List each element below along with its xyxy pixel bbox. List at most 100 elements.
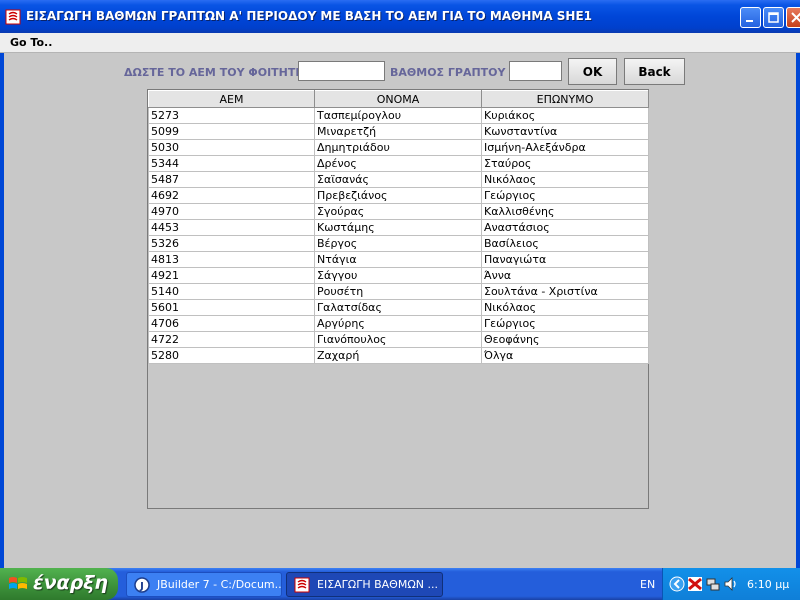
cell-aem[interactable]: 5140 bbox=[148, 283, 315, 300]
taskbar: έναρξη J JBuilder 7 - C:/Docum... ΕΙΣΑΓΩ… bbox=[0, 568, 800, 600]
menubar: Go To.. bbox=[0, 33, 800, 53]
cell-aem[interactable]: 5344 bbox=[148, 155, 315, 172]
students-table[interactable]: ΑΕΜ ΟΝΟΜΑ ΕΠΩΝΥΜΟ 5273 Τασπεμίρογλου Κυριά… bbox=[147, 89, 649, 509]
taskbar-item-grades[interactable]: ΕΙΣΑΓΩΓΗ ΒΑΘΜΩΝ ... bbox=[286, 572, 443, 597]
cell-surname[interactable]: Όλγα bbox=[481, 347, 649, 364]
language-indicator[interactable]: EN bbox=[640, 578, 655, 591]
cell-surname[interactable]: Κυριάκος bbox=[481, 107, 649, 124]
aem-label: ΔΩΣΤΕ ΤΟ ΑΕΜ ΤΟΥ ΦΟΙΤΗΤΗ bbox=[124, 66, 305, 79]
cell-aem[interactable]: 5487 bbox=[148, 171, 315, 188]
cell-surname[interactable]: Βασίλειος bbox=[481, 235, 649, 252]
cell-name[interactable]: Ντάγια bbox=[314, 251, 482, 268]
grade-label: ΒΑΘΜΟΣ ΓΡΑΠΤΟΥ bbox=[390, 66, 506, 79]
cell-aem[interactable]: 4813 bbox=[148, 251, 315, 268]
table-row[interactable]: 5487 Σαϊσανάς Νικόλαος bbox=[148, 171, 649, 188]
table-row[interactable]: 5273 Τασπεμίρογλου Κυριάκος bbox=[148, 107, 649, 124]
table-row[interactable]: 4722 Γιανόπουλος Θεοφάνης bbox=[148, 331, 649, 348]
table-header-row: ΑΕΜ ΟΝΟΜΑ ΕΠΩΝΥΜΟ bbox=[148, 90, 649, 108]
cell-aem[interactable]: 5601 bbox=[148, 299, 315, 316]
table-row[interactable]: 5601 Γαλατσίδας Νικόλαος bbox=[148, 299, 649, 316]
cell-aem[interactable]: 4970 bbox=[148, 203, 315, 220]
jbuilder-icon: J bbox=[134, 577, 150, 593]
cell-name[interactable]: Γιανόπουλος bbox=[314, 331, 482, 348]
clock[interactable]: 6:10 μμ bbox=[747, 578, 789, 591]
table-row[interactable]: 5326 Βέργος Βασίλειος bbox=[148, 235, 649, 252]
cell-name[interactable]: Μιναρετζή bbox=[314, 123, 482, 140]
start-button[interactable]: έναρξη bbox=[0, 568, 118, 600]
table-row[interactable]: 5099 Μιναρετζή Κωνσταντίνα bbox=[148, 123, 649, 140]
cell-surname[interactable]: Γεώργιος bbox=[481, 315, 649, 332]
cell-aem[interactable]: 4692 bbox=[148, 187, 315, 204]
system-tray: 6:10 μμ bbox=[662, 568, 800, 600]
cell-surname[interactable]: Ισμήνη-Αλεξάνδρα bbox=[481, 139, 649, 156]
cell-aem[interactable]: 4722 bbox=[148, 331, 315, 348]
back-button[interactable]: Back bbox=[624, 58, 685, 85]
taskbar-item-label: ΕΙΣΑΓΩΓΗ ΒΑΘΜΩΝ ... bbox=[317, 578, 438, 591]
cell-name[interactable]: Τασπεμίρογλου bbox=[314, 107, 482, 124]
cell-surname[interactable]: Σουλτάνα - Χριστίνα bbox=[481, 283, 649, 300]
window-titlebar[interactable]: ΕΙΣΑΓΩΓΗ ΒΑΘΜΩΝ ΓΡΑΠΤΩΝ Α' ΠΕΡΙΟΔΟΥ ΜΕ Β… bbox=[0, 0, 800, 33]
grade-input[interactable] bbox=[509, 61, 562, 81]
cell-name[interactable]: Γαλατσίδας bbox=[314, 299, 482, 316]
cell-aem[interactable]: 4453 bbox=[148, 219, 315, 236]
cell-surname[interactable]: Κωνσταντίνα bbox=[481, 123, 649, 140]
table-row[interactable]: 4970 Σγούρας Καλλισθένης bbox=[148, 203, 649, 220]
chevron-left-icon[interactable] bbox=[669, 576, 685, 592]
table-row[interactable]: 4692 Πρεβεζιάνος Γεώργιος bbox=[148, 187, 649, 204]
taskbar-item-jbuilder[interactable]: J JBuilder 7 - C:/Docum... bbox=[126, 572, 282, 597]
cell-aem[interactable]: 5273 bbox=[148, 107, 315, 124]
cell-surname[interactable]: Θεοφάνης bbox=[481, 331, 649, 348]
column-header-name[interactable]: ΟΝΟΜΑ bbox=[314, 90, 482, 108]
table-row[interactable]: 5344 Δρένος Σταύρος bbox=[148, 155, 649, 172]
cell-aem[interactable]: 4921 bbox=[148, 267, 315, 284]
table-row[interactable]: 4813 Ντάγια Παναγιώτα bbox=[148, 251, 649, 268]
cell-surname[interactable]: Παναγιώτα bbox=[481, 251, 649, 268]
cell-surname[interactable]: Αναστάσιος bbox=[481, 219, 649, 236]
table-row[interactable]: 5280 Ζαχαρή Όλγα bbox=[148, 347, 649, 364]
cell-surname[interactable]: Νικόλαος bbox=[481, 299, 649, 316]
table-body: 5273 Τασπεμίρογλου Κυριάκος 5099 Μιναρετζή Κω… bbox=[148, 107, 649, 364]
minimize-button[interactable] bbox=[740, 7, 761, 28]
close-button[interactable] bbox=[786, 7, 800, 28]
cell-name[interactable]: Σαϊσανάς bbox=[314, 171, 482, 188]
table-row[interactable]: 4706 Αργύρης Γεώργιος bbox=[148, 315, 649, 332]
volume-icon[interactable] bbox=[723, 576, 739, 592]
java-app-icon bbox=[5, 9, 21, 25]
cell-surname[interactable]: Νικόλαος bbox=[481, 171, 649, 188]
cell-aem[interactable]: 5280 bbox=[148, 347, 315, 364]
column-header-aem[interactable]: ΑΕΜ bbox=[148, 90, 315, 108]
cell-name[interactable]: Σάγγου bbox=[314, 267, 482, 284]
cell-surname[interactable]: Άννα bbox=[481, 267, 649, 284]
ok-button[interactable]: OK bbox=[568, 58, 617, 85]
cell-name[interactable]: Ζαχαρή bbox=[314, 347, 482, 364]
windows-logo-icon bbox=[9, 577, 27, 589]
network-icon[interactable] bbox=[705, 576, 721, 592]
cell-name[interactable]: Ρουσέτη bbox=[314, 283, 482, 300]
cell-name[interactable]: Δρένος bbox=[314, 155, 482, 172]
menu-goto[interactable]: Go To.. bbox=[10, 36, 52, 49]
table-row[interactable]: 5140 Ρουσέτη Σουλτάνα - Χριστίνα bbox=[148, 283, 649, 300]
cell-surname[interactable]: Γεώργιος bbox=[481, 187, 649, 204]
cell-name[interactable]: Κωστάμης bbox=[314, 219, 482, 236]
start-label: έναρξη bbox=[33, 572, 108, 594]
cell-name[interactable]: Πρεβεζιάνος bbox=[314, 187, 482, 204]
cell-name[interactable]: Δημητριάδου bbox=[314, 139, 482, 156]
taskbar-item-label: JBuilder 7 - C:/Docum... bbox=[157, 578, 282, 591]
maximize-button[interactable] bbox=[763, 7, 784, 28]
cell-surname[interactable]: Σταύρος bbox=[481, 155, 649, 172]
cell-aem[interactable]: 4706 bbox=[148, 315, 315, 332]
cell-surname[interactable]: Καλλισθένης bbox=[481, 203, 649, 220]
cell-name[interactable]: Βέργος bbox=[314, 235, 482, 252]
cell-name[interactable]: Αργύρης bbox=[314, 315, 482, 332]
cell-aem[interactable]: 5099 bbox=[148, 123, 315, 140]
table-row[interactable]: 4921 Σάγγου Άννα bbox=[148, 267, 649, 284]
cell-aem[interactable]: 5326 bbox=[148, 235, 315, 252]
cell-name[interactable]: Σγούρας bbox=[314, 203, 482, 220]
cell-aem[interactable]: 5030 bbox=[148, 139, 315, 156]
aem-input[interactable] bbox=[298, 61, 385, 81]
column-header-surname[interactable]: ΕΠΩΝΥΜΟ bbox=[481, 90, 649, 108]
table-row[interactable]: 5030 Δημητριάδου Ισμήνη-Αλεξάνδρα bbox=[148, 139, 649, 156]
window-title: ΕΙΣΑΓΩΓΗ ΒΑΘΜΩΝ ΓΡΑΠΤΩΝ Α' ΠΕΡΙΟΔΟΥ ΜΕ Β… bbox=[26, 9, 593, 23]
antivirus-icon[interactable] bbox=[687, 576, 703, 592]
table-row[interactable]: 4453 Κωστάμης Αναστάσιος bbox=[148, 219, 649, 236]
